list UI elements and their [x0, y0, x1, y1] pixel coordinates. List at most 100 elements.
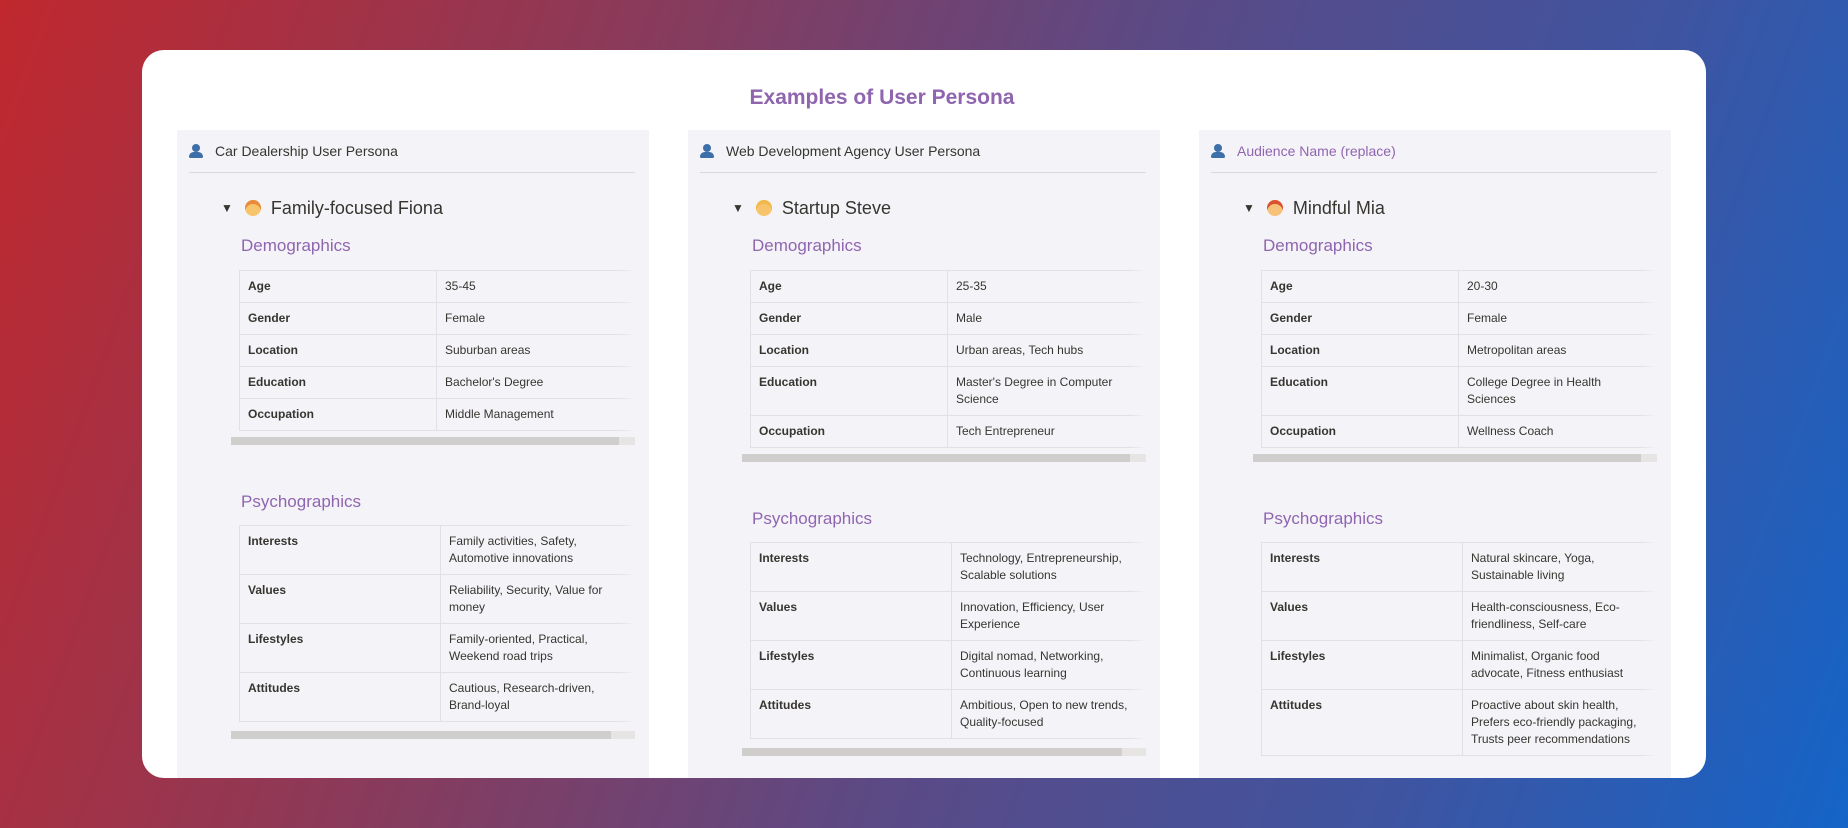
persona-toggle[interactable]: ▼ Startup Steve: [732, 194, 891, 222]
woman-emoji-icon: [244, 200, 261, 216]
table-row: Occupation Wellness Coach: [1261, 415, 1657, 448]
table-value[interactable]: Cautious, Research-driven, Brand-loyal: [440, 672, 635, 722]
table-value[interactable]: Urban areas, Tech hubs: [947, 334, 1146, 367]
table-value[interactable]: Family activities, Safety, Automotive in…: [440, 525, 635, 575]
table-row: Age 20-30: [1261, 270, 1657, 303]
column-header[interactable]: Car Dealership User Persona: [189, 130, 635, 173]
column-header[interactable]: Audience Name (replace): [1211, 130, 1657, 173]
table-row: Values Innovation, Efficiency, User Exper…: [750, 591, 1146, 641]
table-key: Age: [1261, 270, 1459, 303]
table-value[interactable]: 25-35: [947, 270, 1146, 303]
table-value[interactable]: Tech Entrepreneur: [947, 415, 1146, 448]
person-icon: [700, 144, 714, 158]
persona-toggle[interactable]: ▼ Family-focused Fiona: [221, 194, 443, 222]
table-key: Lifestyles: [750, 640, 952, 690]
table-value[interactable]: Wellness Coach: [1458, 415, 1657, 448]
table-value[interactable]: Middle Management: [436, 398, 635, 431]
table-value[interactable]: Innovation, Efficiency, User Experience: [951, 591, 1146, 641]
table-key: Occupation: [1261, 415, 1459, 448]
horizontal-scrollbar[interactable]: [1253, 454, 1657, 462]
table-value[interactable]: Minimalist, Organic food advocate, Fitne…: [1462, 640, 1657, 690]
scrollbar-thumb[interactable]: [231, 437, 619, 445]
table-key: Location: [239, 334, 437, 367]
table-key: Gender: [1261, 302, 1459, 335]
scrollbar-thumb[interactable]: [742, 748, 1122, 756]
table-value[interactable]: Female: [436, 302, 635, 335]
horizontal-scrollbar[interactable]: [231, 437, 635, 445]
demographics-heading: Demographics: [752, 236, 862, 255]
table-row: Location Urban areas, Tech hubs: [750, 334, 1146, 367]
table-key: Interests: [750, 542, 952, 592]
table-key: Age: [239, 270, 437, 303]
horizontal-scrollbar[interactable]: [742, 454, 1146, 462]
table-row: Gender Female: [1261, 302, 1657, 335]
psychographics-heading: Psychographics: [241, 492, 362, 511]
table-value[interactable]: Bachelor's Degree: [436, 366, 635, 399]
table-value[interactable]: 20-30: [1458, 270, 1657, 303]
table-value[interactable]: Reliability, Security, Value for money: [440, 574, 635, 624]
table-value[interactable]: Metropolitan areas: [1458, 334, 1657, 367]
column-header-label: Car Dealership User Persona: [215, 143, 398, 159]
toggle-arrow-icon[interactable]: ▼: [1243, 201, 1255, 215]
table-value[interactable]: Family-oriented, Practical, Weekend road…: [440, 623, 635, 673]
column-header[interactable]: Web Development Agency User Persona: [700, 130, 1146, 173]
table-value[interactable]: Suburban areas: [436, 334, 635, 367]
psychographics-heading: Psychographics: [752, 509, 873, 528]
persona-toggle[interactable]: ▼ Mindful Mia: [1243, 194, 1385, 222]
demographics-table: Age 25-35 Gender Male Location Urban areas,…: [750, 270, 1146, 448]
demographics-table: Age 35-45 Gender Female Location Suburban a…: [239, 270, 635, 431]
table-row: Interests Natural skincare, Yoga, Sustain…: [1261, 542, 1657, 592]
table-row: Lifestyles Family-oriented, Practical, We…: [239, 623, 635, 673]
persona-column-car-dealership: Car Dealership User Persona ▼ Family-foc…: [177, 130, 649, 778]
persona-name: Startup Steve: [781, 197, 891, 218]
scrollbar-thumb[interactable]: [231, 731, 611, 739]
toggle-arrow-icon[interactable]: ▼: [221, 201, 233, 215]
demographics-table: Age 20-30 Gender Female Location Metropolit…: [1261, 270, 1657, 448]
table-key: Location: [1261, 334, 1459, 367]
toggle-arrow-icon[interactable]: ▼: [732, 201, 744, 215]
table-key: Education: [750, 366, 948, 416]
table-value[interactable]: Male: [947, 302, 1146, 335]
table-value[interactable]: Ambitious, Open to new trends, Quality-f…: [951, 689, 1146, 739]
table-row: Attitudes Proactive about skin health, Pr…: [1261, 689, 1657, 756]
table-value[interactable]: Natural skincare, Yoga, Sustainable livi…: [1462, 542, 1657, 592]
table-value[interactable]: Master's Degree in Computer Science: [947, 366, 1146, 416]
table-key: Values: [1261, 591, 1463, 641]
table-row: Interests Technology, Entrepreneurship, S…: [750, 542, 1146, 592]
table-key: Location: [750, 334, 948, 367]
table-row: Values Reliability, Security, Value for m…: [239, 574, 635, 624]
woman-red-hair-emoji-icon: [1266, 200, 1283, 216]
table-value[interactable]: Technology, Entrepreneurship, Scalable s…: [951, 542, 1146, 592]
demographics-heading: Demographics: [241, 236, 351, 255]
table-row: Occupation Middle Management: [239, 398, 635, 431]
psychographics-table: Interests Technology, Entrepreneurship, S…: [750, 542, 1146, 739]
table-key: Age: [750, 270, 948, 303]
table-value[interactable]: Female: [1458, 302, 1657, 335]
persona-column-web-agency: Web Development Agency User Persona ▼ St…: [688, 130, 1160, 778]
table-row: Education Bachelor's Degree: [239, 366, 635, 399]
table-value[interactable]: Digital nomad, Networking, Continuous le…: [951, 640, 1146, 690]
table-key: Education: [239, 366, 437, 399]
table-key: Attitudes: [750, 689, 952, 739]
persona-card: Examples of User Persona Car Dealership …: [142, 50, 1706, 778]
page-title: Examples of User Persona: [749, 86, 1015, 109]
horizontal-scrollbar[interactable]: [742, 748, 1146, 756]
table-value[interactable]: College Degree in Health Sciences: [1458, 366, 1657, 416]
scrollbar-thumb[interactable]: [742, 454, 1130, 462]
man-emoji-icon: [755, 200, 772, 216]
horizontal-scrollbar[interactable]: [231, 731, 635, 739]
table-row: Attitudes Cautious, Research-driven, Bran…: [239, 672, 635, 722]
persona-column-audience: Audience Name (replace) ▼ Mindful Mia De…: [1199, 130, 1671, 778]
table-key: Gender: [750, 302, 948, 335]
table-row: Lifestyles Digital nomad, Networking, Con…: [750, 640, 1146, 690]
table-key: Attitudes: [1261, 689, 1463, 756]
persona-name: Mindful Mia: [1292, 197, 1385, 218]
psychographics-table: Interests Family activities, Safety, Auto…: [239, 525, 635, 722]
table-value[interactable]: Health-consciousness, Eco-friendliness, …: [1462, 591, 1657, 641]
table-value[interactable]: 35-45: [436, 270, 635, 303]
table-value[interactable]: Proactive about skin health, Prefers eco…: [1462, 689, 1657, 756]
table-row: Occupation Tech Entrepreneur: [750, 415, 1146, 448]
table-row: Gender Female: [239, 302, 635, 335]
persona-name: Family-focused Fiona: [270, 197, 443, 218]
scrollbar-thumb[interactable]: [1253, 454, 1641, 462]
